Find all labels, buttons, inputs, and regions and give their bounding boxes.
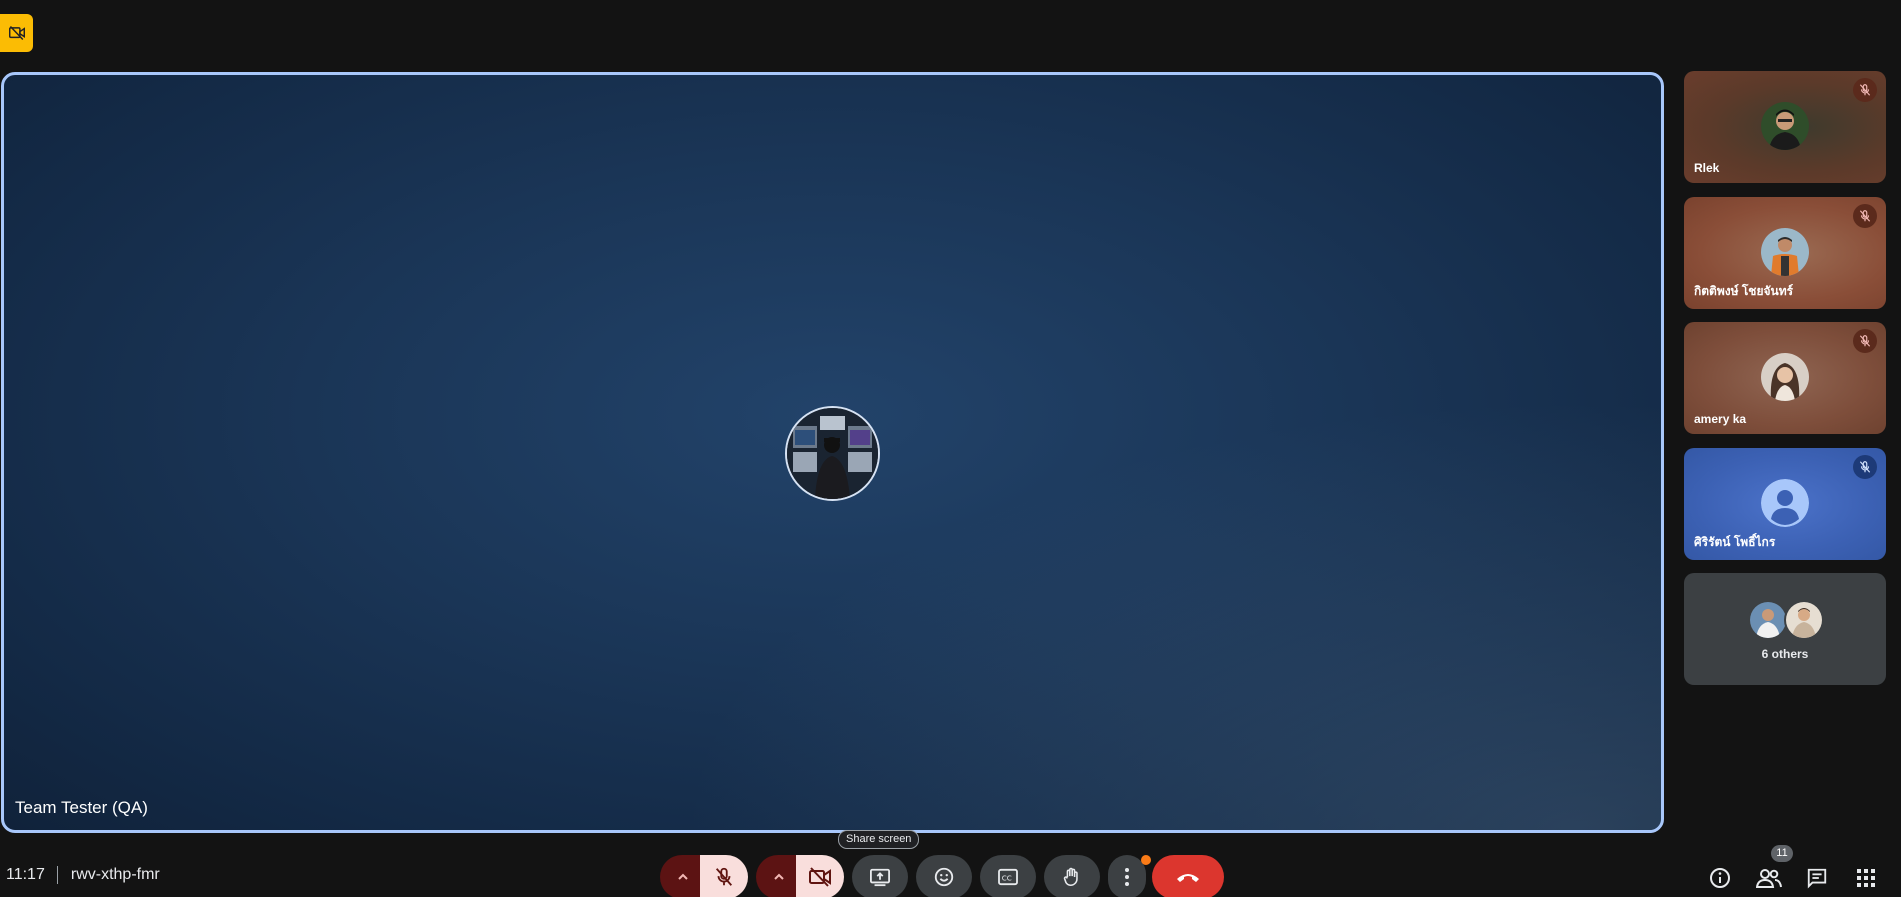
main-speaker-avatar bbox=[785, 406, 880, 501]
participant-avatar bbox=[1761, 228, 1809, 276]
call-end-icon bbox=[1177, 874, 1199, 882]
chevron-up-icon bbox=[774, 873, 784, 880]
captions-button[interactable]: CC bbox=[980, 855, 1036, 897]
others-count-label: 6 others bbox=[1761, 647, 1809, 661]
camera-toggle-button[interactable] bbox=[796, 855, 844, 897]
participant-avatar bbox=[1761, 353, 1809, 401]
others-tile[interactable]: 6 others bbox=[1684, 573, 1886, 685]
participant-name: amery ka bbox=[1694, 412, 1747, 426]
raise-hand-icon bbox=[1063, 867, 1078, 887]
participant-name: กิตติพงษ์ โชยจันทร์ bbox=[1694, 284, 1794, 298]
chat-icon bbox=[1807, 868, 1827, 889]
share-screen-tooltip: Share screen bbox=[838, 830, 920, 849]
meeting-details-button[interactable] bbox=[1706, 864, 1734, 892]
default-person-icon bbox=[1761, 479, 1809, 527]
participant-name: Rlek bbox=[1694, 161, 1720, 175]
main-speaker-name: Team Tester (QA) bbox=[15, 798, 148, 817]
closed-caption-icon: CC bbox=[998, 868, 1018, 886]
activities-button[interactable] bbox=[1852, 864, 1880, 892]
participant-name: ศิริรัตน์ โพธิ์ไกร bbox=[1694, 535, 1776, 549]
mic-off-icon bbox=[1853, 329, 1877, 353]
raise-hand-button[interactable] bbox=[1044, 855, 1100, 897]
camera-off-badge[interactable] bbox=[0, 14, 33, 52]
meeting-info: 11:17 rwv-xthp-fmr bbox=[6, 866, 160, 884]
present-screen-button[interactable] bbox=[852, 855, 908, 897]
participant-tile[interactable]: Rlek bbox=[1684, 71, 1886, 183]
participant-avatar bbox=[1761, 102, 1809, 150]
leave-call-button[interactable] bbox=[1152, 855, 1224, 897]
chat-button[interactable] bbox=[1803, 864, 1831, 892]
meeting-code[interactable]: rwv-xthp-fmr bbox=[71, 866, 160, 884]
reactions-button[interactable] bbox=[916, 855, 972, 897]
people-icon bbox=[1756, 869, 1782, 888]
notification-dot bbox=[1141, 855, 1151, 865]
others-avatar bbox=[1748, 600, 1788, 640]
participant-tile[interactable]: amery ka bbox=[1684, 322, 1886, 434]
apps-icon bbox=[1857, 869, 1875, 887]
participant-tile[interactable]: กิตติพงษ์ โชยจันทร์ bbox=[1684, 197, 1886, 309]
videocam-off-icon bbox=[8, 25, 25, 41]
main-video-tile[interactable]: Team Tester (QA) bbox=[1, 72, 1664, 833]
divider bbox=[56, 866, 58, 884]
present-to-all-icon bbox=[870, 868, 890, 887]
mic-off-icon bbox=[1853, 78, 1877, 102]
videocam-off-icon bbox=[809, 867, 831, 887]
meeting-time: 11:17 bbox=[6, 866, 45, 883]
others-avatar bbox=[1784, 600, 1824, 640]
svg-text:CC: CC bbox=[1002, 874, 1012, 883]
mic-off-icon bbox=[715, 867, 733, 886]
participant-count-badge: 11 bbox=[1771, 845, 1793, 862]
mic-off-icon bbox=[1853, 455, 1877, 479]
mic-toggle-button[interactable] bbox=[700, 855, 748, 897]
participant-tile[interactable]: ศิริรัตน์ โพธิ์ไกร bbox=[1684, 448, 1886, 560]
others-avatar-stack bbox=[1748, 600, 1824, 640]
more-vert-icon bbox=[1125, 868, 1129, 886]
people-button[interactable] bbox=[1755, 864, 1783, 892]
emoji-icon bbox=[934, 867, 954, 887]
chevron-up-icon bbox=[678, 873, 688, 880]
mic-off-icon bbox=[1853, 204, 1877, 228]
info-icon bbox=[1710, 868, 1730, 888]
